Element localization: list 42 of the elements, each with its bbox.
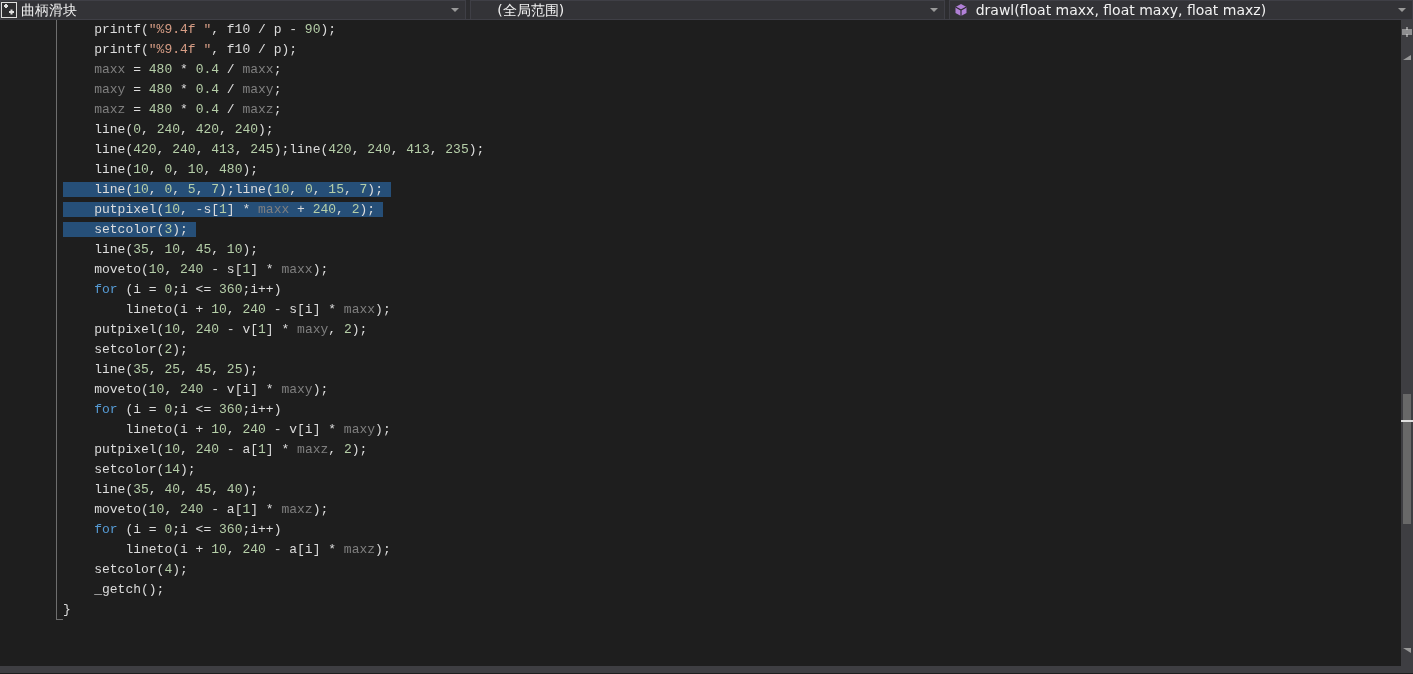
- closing-brace: }: [63, 602, 71, 617]
- scrollbar-thumb[interactable]: [1403, 394, 1411, 524]
- scroll-down-icon[interactable]: [1403, 648, 1411, 653]
- code-line: moveto(10, 240 - s[1] * maxx);: [93, 262, 329, 277]
- code-line: maxx = 480 * 0.4 / maxx;: [93, 62, 282, 77]
- code-line: maxz = 480 * 0.4 / maxz;: [93, 102, 282, 117]
- code-line: lineto(i + 10, 240 - s[i] * maxx);: [124, 302, 391, 317]
- split-icon[interactable]: [1402, 27, 1412, 37]
- cube-icon: [953, 3, 968, 17]
- project-dropdown[interactable]: 曲柄滑块: [0, 0, 467, 20]
- code-line: setcolor(4);: [93, 562, 188, 577]
- dropdown-caret-icon: [929, 8, 938, 12]
- caret-position-marker: [1401, 420, 1413, 422]
- horizontal-scrollbar[interactable]: [0, 666, 1413, 673]
- code-line: for (i = 0;i <= 360;i++): [93, 282, 282, 297]
- code-line: moveto(10, 240 - v[i] * maxy);: [93, 382, 329, 397]
- code-line: line(420, 240, 413, 245);line(420, 240, 413, 235);: [93, 142, 485, 157]
- code-line: setcolor(14);: [93, 462, 196, 477]
- scroll-up-icon[interactable]: [1403, 55, 1411, 60]
- vertical-scrollbar[interactable]: [1401, 20, 1413, 666]
- code-line: for (i = 0;i <= 360;i++): [93, 522, 282, 537]
- dropdown-caret-icon: [1398, 8, 1406, 12]
- code-line: for (i = 0;i <= 360;i++): [93, 402, 282, 417]
- code-line: putpixel(10, 240 - a[1] * maxz, 2);: [93, 442, 368, 457]
- project-icon: [1, 2, 17, 18]
- code-line: maxy = 480 * 0.4 / maxy;: [93, 82, 282, 97]
- code-line: line(0, 240, 420, 240);: [93, 122, 274, 137]
- scope-dropdown[interactable]: (全局范围): [470, 0, 945, 20]
- code-line: lineto(i + 10, 240 - v[i] * maxy);: [124, 422, 391, 437]
- code-line: line(35, 25, 45, 25);: [93, 362, 259, 377]
- code-line: lineto(i + 10, 240 - a[i] * maxz);: [124, 542, 391, 557]
- member-dropdown[interactable]: drawl(float maxx, float maxy, float maxz): [948, 0, 1413, 20]
- code-line: _getch();: [93, 582, 165, 597]
- code-line: putpixel(10, 240 - v[1] * maxy, 2);: [93, 322, 368, 337]
- code-line: moveto(10, 240 - a[1] * maxz);: [93, 502, 329, 517]
- code-line: line(35, 40, 45, 40);: [93, 482, 259, 497]
- dropdown-caret-icon: [451, 8, 460, 12]
- code-line: printf("%9.4f ", f10 / p - 90);: [93, 22, 337, 37]
- code-line: line(10, 0, 10, 480);: [93, 162, 259, 177]
- code-line: line(35, 10, 45, 10);: [93, 242, 259, 257]
- code-line: printf("%9.4f ", f10 / p);: [93, 42, 298, 57]
- code-line: setcolor(2);: [93, 342, 188, 357]
